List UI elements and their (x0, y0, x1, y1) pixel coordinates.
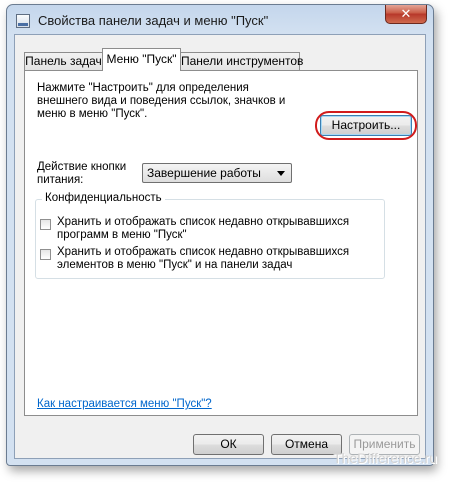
privacy-title: Конфиденциальность (42, 192, 165, 204)
taskbar-properties-window: Свойства панели задач и меню "Пуск" ✕ Па… (6, 4, 434, 466)
dialog-body: Панель задач Меню "Пуск" Панели инструме… (14, 34, 426, 459)
taskbar-icon (16, 14, 30, 28)
customize-highlight-ring (315, 111, 417, 140)
ok-button[interactable]: ОК (193, 434, 264, 455)
power-button-label: Действие кнопки питания: (37, 161, 127, 186)
window-title: Свойства панели задач и меню "Пуск" (38, 13, 269, 28)
help-link[interactable]: Как настраивается меню "Пуск"? (37, 398, 212, 410)
close-button[interactable]: ✕ (385, 5, 427, 24)
cancel-button[interactable]: Отмена (271, 434, 342, 455)
watermark: TheDifference.ru (332, 450, 437, 466)
tab-taskbar[interactable]: Панель задач (24, 52, 103, 70)
recent-programs-checkbox[interactable] (40, 219, 51, 230)
power-action-select[interactable]: Завершение работы (142, 163, 292, 183)
customize-description: Нажмите "Настроить" для определения внеш… (37, 82, 286, 120)
dropdown-arrow-icon (277, 171, 285, 176)
privacy-groupbox: Конфиденциальность Хранить и отображать … (35, 192, 385, 279)
recent-items-checkbox[interactable] (40, 249, 51, 260)
recent-programs-label: Хранить и отображать список недавно откр… (57, 216, 350, 241)
start-menu-panel: Нажмите "Настроить" для определения внеш… (24, 70, 418, 416)
power-action-value: Завершение работы (147, 166, 261, 180)
recent-items-label: Хранить и отображать список недавно откр… (57, 246, 350, 271)
title-bar[interactable]: Свойства панели задач и меню "Пуск" ✕ (7, 5, 433, 35)
tab-toolbars[interactable]: Панели инструментов (180, 52, 303, 70)
tab-start-menu[interactable]: Меню "Пуск" (102, 48, 181, 71)
